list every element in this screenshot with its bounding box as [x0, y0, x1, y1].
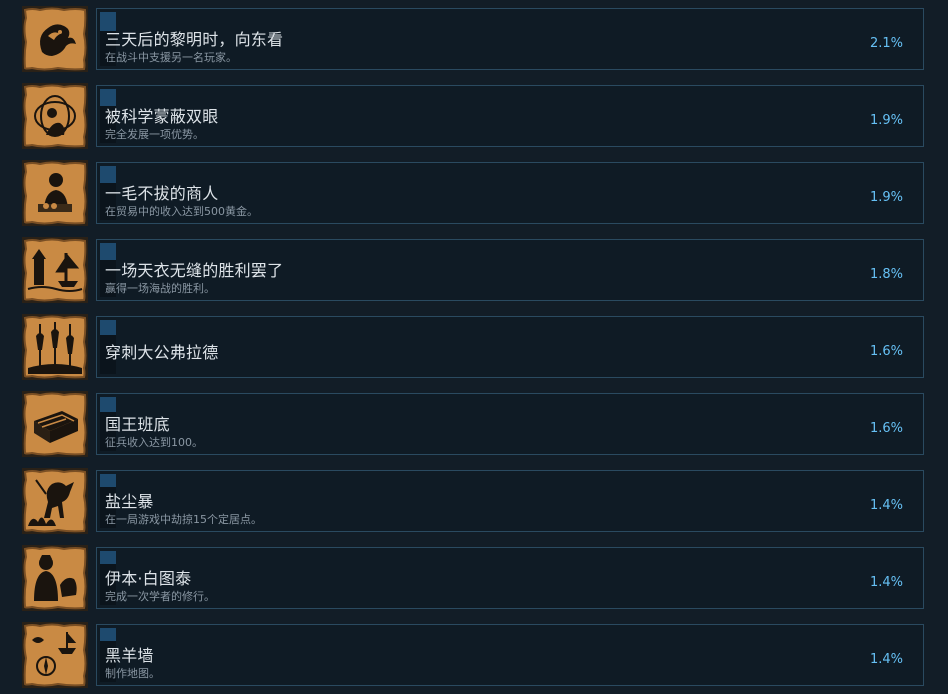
unlock-percentage: 1.6%: [869, 421, 903, 436]
achievement-card[interactable]: 穿刺大公弗拉德 1.6%: [96, 316, 924, 378]
unlock-percentage: 1.8%: [869, 267, 903, 282]
unlock-percentage: 1.4%: [869, 498, 903, 513]
rearing-horse-fire-icon: [22, 468, 88, 534]
achievement-title: 三天后的黎明时，向东看: [105, 30, 284, 49]
achievement-description: 在贸易中的收入达到500黄金。: [105, 205, 258, 218]
astronomer-scholar-icon: [22, 83, 88, 149]
achievement-row[interactable]: 一场天衣无缝的胜利罢了赢得一场海战的胜利。 1.8%: [0, 231, 948, 308]
unlock-rate-fill: [100, 320, 116, 335]
achievement-description: 赢得一场海战的胜利。: [105, 282, 215, 295]
achievement-row[interactable]: 一毛不拔的商人在贸易中的收入达到500黄金。 1.9%: [0, 154, 948, 231]
impaled-figures-icon: [22, 314, 88, 380]
unlock-rate-fill: [100, 397, 116, 412]
achievement-title: 一毛不拔的商人: [105, 184, 219, 203]
achievement-card[interactable]: 三天后的黎明时，向东看在战斗中支援另一名玩家。 2.1%: [96, 8, 924, 70]
achievement-card[interactable]: 伊本·白图泰完成一次学者的修行。 1.4%: [96, 547, 924, 609]
unlock-rate-fill: [100, 166, 116, 183]
achievement-card[interactable]: 国王班底征兵收入达到100。 1.6%: [96, 393, 924, 455]
unlock-rate-fill: [100, 474, 116, 487]
map-compass-ship-icon: [22, 622, 88, 688]
achievement-title: 黑羊墙: [105, 646, 154, 665]
achievement-card[interactable]: 盐尘暴在一局游戏中劫掠15个定居点。 1.4%: [96, 470, 924, 532]
unlock-percentage: 1.4%: [869, 652, 903, 667]
achievement-list: 三天后的黎明时，向东看在战斗中支援另一名玩家。 2.1% 被科学蒙蔽双眼完全发展一项…: [0, 0, 948, 694]
achievement-card[interactable]: 被科学蒙蔽双眼完全发展一项优势。 1.9%: [96, 85, 924, 147]
treasure-chest-gold-icon: [22, 391, 88, 457]
unlock-rate-fill: [100, 12, 116, 31]
unlock-percentage: 2.1%: [869, 36, 903, 51]
achievement-title: 被科学蒙蔽双眼: [105, 107, 219, 126]
achievement-title: 国王班底: [105, 415, 170, 434]
achievement-description: 在战斗中支援另一名玩家。: [105, 51, 237, 64]
achievement-title: 盐尘暴: [105, 492, 154, 511]
unlock-percentage: 1.9%: [869, 190, 903, 205]
achievement-card[interactable]: 黑羊墙制作地图。 1.4%: [96, 624, 924, 686]
achievement-card[interactable]: 一场天衣无缝的胜利罢了赢得一场海战的胜利。 1.8%: [96, 239, 924, 301]
achievement-row[interactable]: 被科学蒙蔽双眼完全发展一项优势。 1.9%: [0, 77, 948, 154]
achievement-row[interactable]: 三天后的黎明时，向东看在战斗中支援另一名玩家。 2.1%: [0, 0, 948, 77]
scholar-traveler-icon: [22, 545, 88, 611]
achievement-card[interactable]: 一毛不拔的商人在贸易中的收入达到500黄金。 1.9%: [96, 162, 924, 224]
sailing-ship-harbor-icon: [22, 237, 88, 303]
unlock-percentage: 1.6%: [869, 344, 903, 359]
achievement-description: 制作地图。: [105, 667, 160, 680]
achievement-title: 穿刺大公弗拉德: [105, 343, 219, 362]
achievement-row[interactable]: 黑羊墙制作地图。 1.4%: [0, 616, 948, 693]
unlock-rate-fill: [100, 628, 116, 641]
achievement-description: 完全发展一项优势。: [105, 128, 204, 141]
achievement-description: 征兵收入达到100。: [105, 436, 203, 449]
achievement-description: 在一局游戏中劫掠15个定居点。: [105, 513, 262, 526]
achievement-row[interactable]: 穿刺大公弗拉德 1.6%: [0, 308, 948, 385]
achievement-row[interactable]: 伊本·白图泰完成一次学者的修行。 1.4%: [0, 539, 948, 616]
unlock-rate-fill: [100, 551, 116, 564]
dragon-emblem-icon: [22, 6, 88, 72]
achievement-title: 伊本·白图泰: [105, 569, 192, 588]
achievement-row[interactable]: 盐尘暴在一局游戏中劫掠15个定居点。 1.4%: [0, 462, 948, 539]
unlock-percentage: 1.4%: [869, 575, 903, 590]
unlock-percentage: 1.9%: [869, 113, 903, 128]
unlock-rate-fill: [100, 89, 116, 106]
unlock-rate-fill: [100, 243, 116, 260]
achievement-description: 完成一次学者的修行。: [105, 590, 215, 603]
achievement-row[interactable]: 国王班底征兵收入达到100。 1.6%: [0, 385, 948, 462]
merchant-counting-coins-icon: [22, 160, 88, 226]
achievement-title: 一场天衣无缝的胜利罢了: [105, 261, 284, 280]
